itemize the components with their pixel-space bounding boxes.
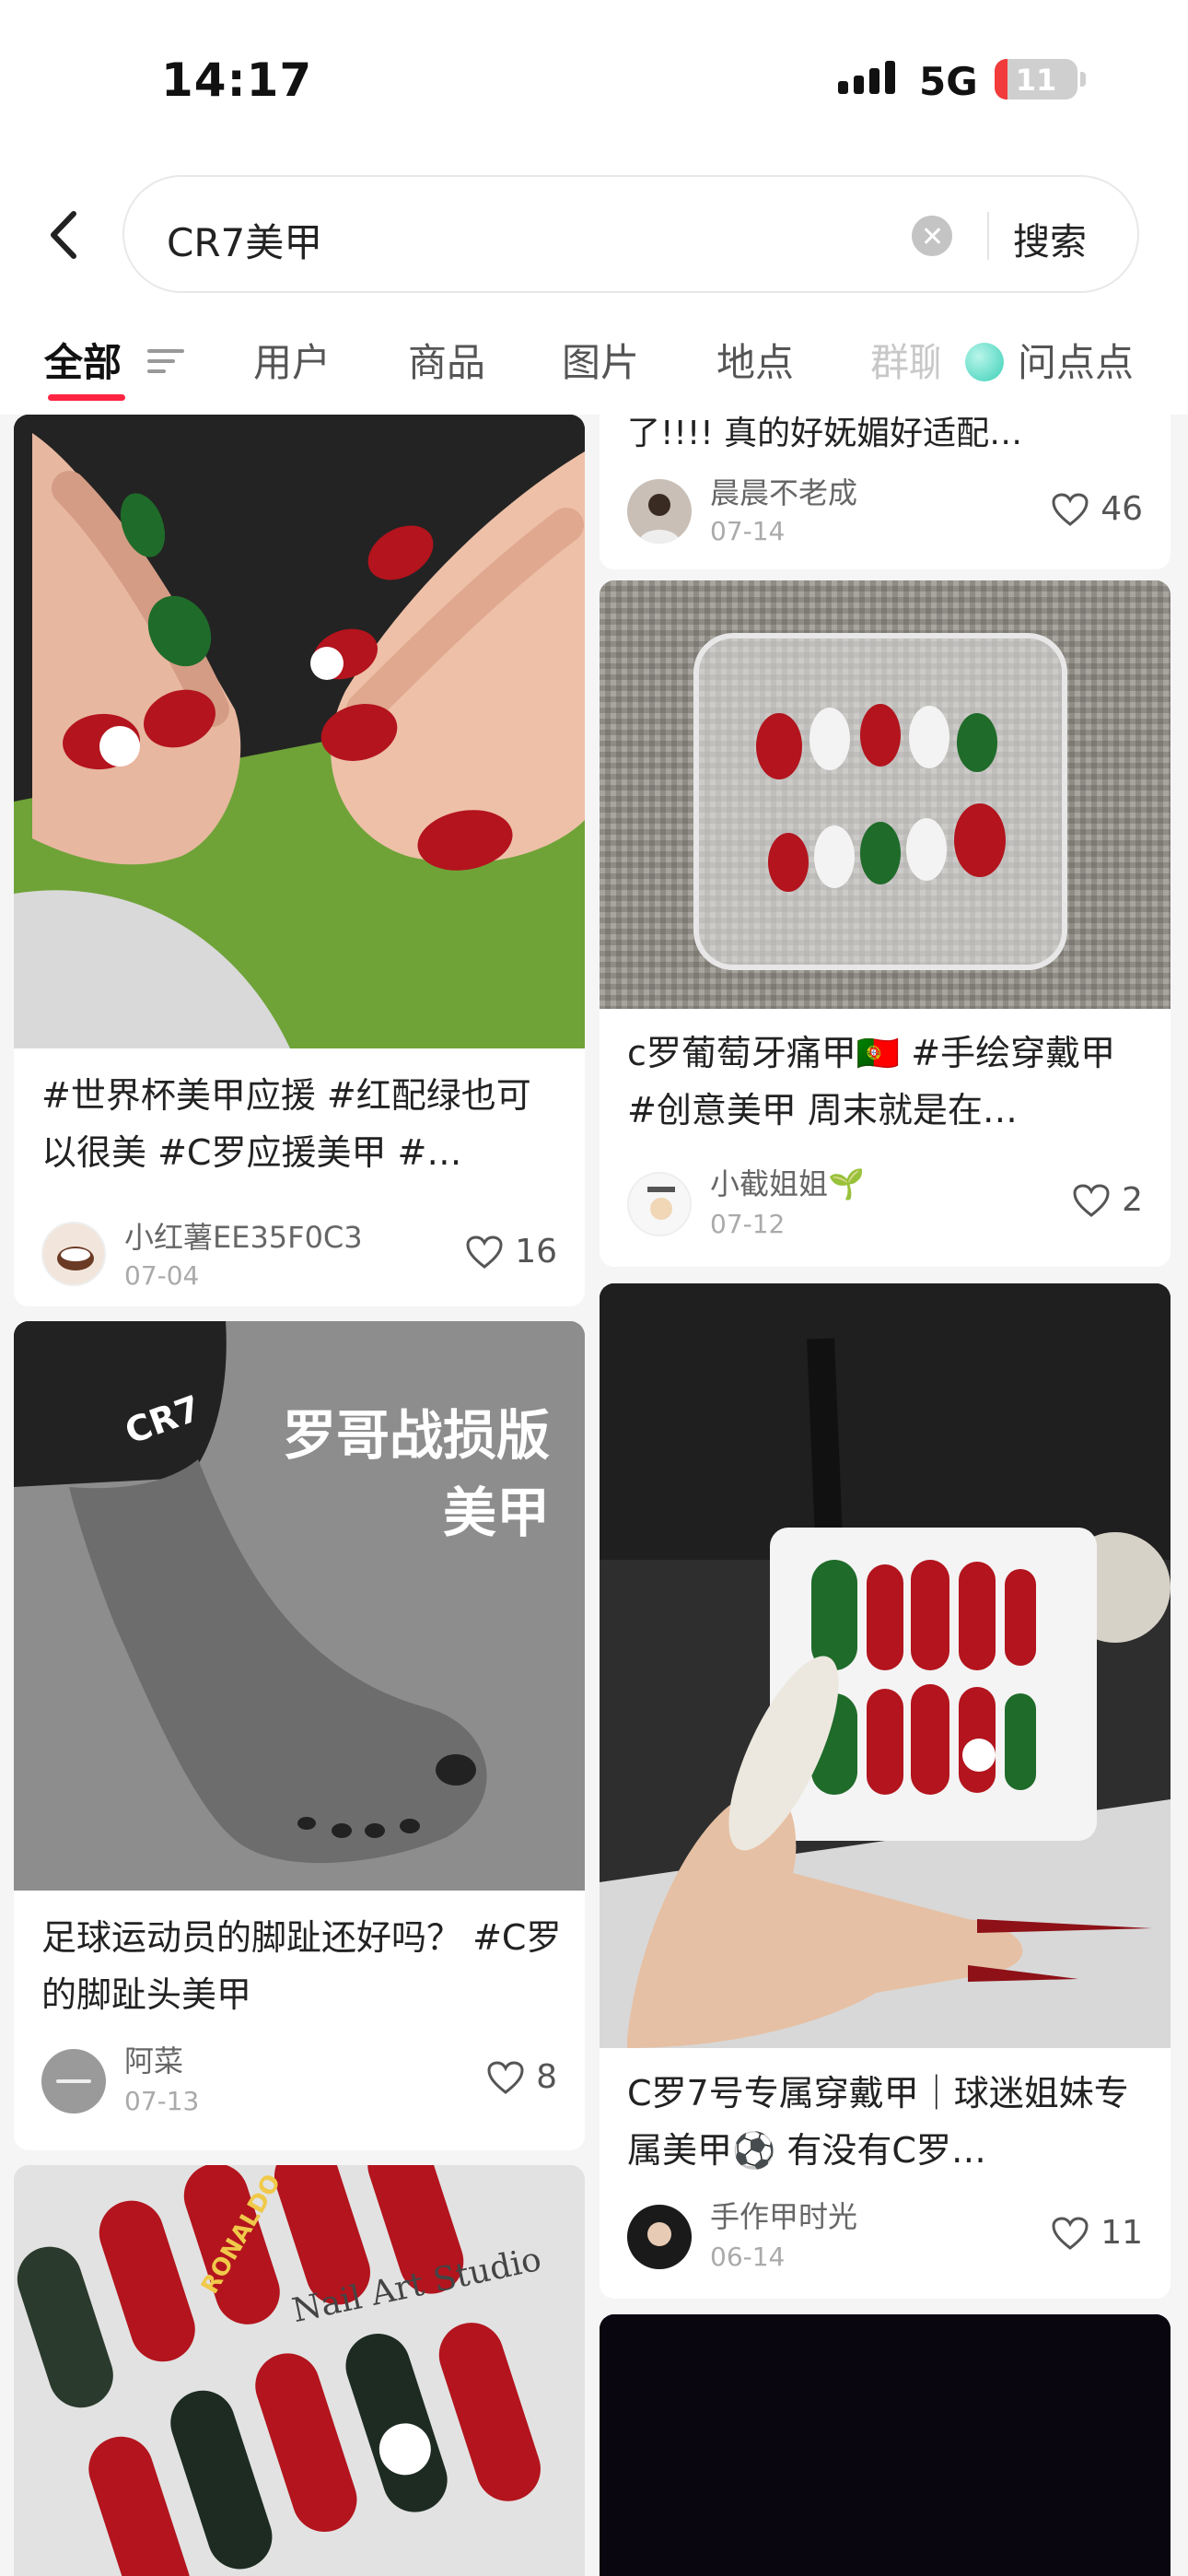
ask-assistant-icon bbox=[965, 343, 1004, 381]
note-title: #世界杯美甲应援 #红配绿也可以很美 #C罗应援美甲 #… bbox=[41, 1075, 531, 1173]
heart-icon bbox=[1052, 2216, 1089, 2250]
back-button[interactable] bbox=[37, 203, 92, 267]
like-button[interactable]: 11 bbox=[1051, 2214, 1143, 2252]
search-button[interactable]: 搜索 bbox=[1013, 212, 1087, 265]
like-button[interactable]: 16 bbox=[465, 1233, 557, 1270]
tab-images[interactable]: 图片 bbox=[562, 332, 639, 388]
note-cover-image bbox=[14, 415, 585, 1048]
post-date: 07-04 bbox=[124, 1260, 200, 1291]
note-card[interactable]: c罗葡萄牙痛甲🇵🇹 #手绘穿戴甲 #创意美甲 周末就是在… 小截姐姐🌱 07-1… bbox=[600, 580, 1171, 1267]
cover-caption-line2: 美甲 bbox=[442, 1481, 550, 1544]
note-cover-image bbox=[600, 580, 1171, 1009]
filter-tabs: 全部 用户 商品 图片 地点 群聊 问点点 bbox=[0, 313, 1188, 415]
note-title: 足球运动员的脚趾还好吗？ #C罗的脚趾头美甲 bbox=[41, 1917, 562, 2015]
post-date: 07-13 bbox=[124, 2086, 200, 2116]
note-title: c罗葡萄牙痛甲🇵🇹 #手绘穿戴甲 #创意美甲 周末就是在… bbox=[627, 1033, 1116, 1130]
note-cover-image bbox=[600, 2314, 1171, 2576]
battery-tip bbox=[1080, 72, 1086, 87]
cover-caption-line1: 罗哥战损版 bbox=[282, 1404, 550, 1467]
tab-ask[interactable]: 问点点 bbox=[1018, 332, 1134, 388]
like-button[interactable]: 8 bbox=[486, 2058, 557, 2096]
author-name: 晨晨不老成 bbox=[710, 475, 858, 510]
note-title: 了!!!! 真的好妩媚好适配… bbox=[627, 415, 1023, 452]
note-card[interactable]: 了!!!! 真的好妩媚好适配… 晨晨不老成 07-14 46 bbox=[600, 415, 1171, 569]
author-name: 手作甲时光 bbox=[710, 2199, 858, 2234]
person-avatar-icon bbox=[638, 494, 681, 544]
nail-set-photo bbox=[14, 2165, 585, 2576]
note-card[interactable] bbox=[600, 2314, 1171, 2576]
author-avatar bbox=[41, 2049, 106, 2113]
search-input[interactable]: CR7美甲 搜索 bbox=[122, 175, 1139, 293]
note-cover-image bbox=[600, 1283, 1171, 2048]
tab-users[interactable]: 用户 bbox=[253, 332, 331, 388]
tab-all[interactable]: 全部 bbox=[44, 332, 122, 388]
network-label: 5G bbox=[919, 59, 978, 104]
like-count: 2 bbox=[1122, 1181, 1143, 1219]
battery-level: 11 bbox=[1015, 63, 1057, 98]
heart-icon bbox=[466, 1235, 503, 1269]
like-count: 16 bbox=[515, 1233, 557, 1270]
like-button[interactable]: 2 bbox=[1072, 1181, 1143, 1219]
chevron-left-icon bbox=[51, 211, 76, 259]
author-name: 阿菜 bbox=[124, 2043, 184, 2078]
cartoon-avatar-icon bbox=[647, 1187, 675, 1220]
search-divider bbox=[987, 212, 989, 260]
author-avatar bbox=[627, 2205, 692, 2269]
nail-photo-illustration bbox=[14, 415, 585, 1048]
person-avatar-icon bbox=[627, 2205, 692, 2269]
note-title: C罗7号专属穿戴甲｜球迷姐妹专属美甲⚽ 有没有C罗… bbox=[627, 2073, 1129, 2171]
like-count: 46 bbox=[1101, 490, 1143, 528]
like-count: 11 bbox=[1101, 2214, 1143, 2252]
note-cover-image: CR7 罗哥战损版 美甲 bbox=[14, 1321, 585, 1891]
tab-groups[interactable]: 群聊 bbox=[870, 332, 939, 388]
post-date: 07-12 bbox=[710, 1209, 786, 1239]
result-feed[interactable]: #世界杯美甲应援 #红配绿也可以很美 #C罗应援美甲 #… 小红薯EE35F0C… bbox=[0, 415, 1188, 2576]
author-name: 小红薯EE35F0C3 bbox=[124, 1220, 363, 1255]
like-count: 8 bbox=[536, 2058, 557, 2096]
battery-icon: 11 bbox=[995, 59, 1077, 100]
note-card[interactable]: Nail Art Studio RONALDO bbox=[14, 2165, 585, 2576]
status-time: 14:17 bbox=[161, 53, 313, 107]
note-card[interactable]: CR7 罗哥战损版 美甲 足球运动员的脚趾还好吗？ #C罗的脚趾头美甲 阿菜 0… bbox=[14, 1321, 585, 2150]
tab-active-indicator bbox=[48, 394, 125, 401]
note-cover-image: Nail Art Studio RONALDO bbox=[14, 2165, 585, 2576]
signal-icon bbox=[838, 57, 903, 94]
author-name: 小截姐姐🌱 bbox=[710, 1166, 865, 1201]
nail-card-hand-photo bbox=[600, 1283, 1171, 2048]
status-bar: 14:17 5G 11 bbox=[0, 0, 1188, 157]
heart-icon bbox=[1052, 492, 1089, 526]
tab-places[interactable]: 地点 bbox=[716, 332, 794, 388]
like-button[interactable]: 46 bbox=[1051, 490, 1143, 528]
author-avatar bbox=[627, 479, 692, 544]
author-avatar bbox=[627, 1172, 692, 1236]
tab-products[interactable]: 商品 bbox=[408, 332, 485, 388]
coconut-icon bbox=[57, 1247, 94, 1270]
post-date: 07-14 bbox=[710, 516, 786, 546]
search-header: CR7美甲 搜索 bbox=[0, 157, 1188, 313]
post-date: 06-14 bbox=[710, 2242, 786, 2272]
note-card[interactable]: #世界杯美甲应援 #红配绿也可以很美 #C罗应援美甲 #… 小红薯EE35F0C… bbox=[14, 415, 585, 1306]
heart-icon bbox=[1073, 1183, 1110, 1217]
cover-caption: 罗哥战损版 美甲 bbox=[283, 1397, 550, 1551]
heart-icon bbox=[487, 2060, 524, 2094]
note-card[interactable]: C罗7号专属穿戴甲｜球迷姐妹专属美甲⚽ 有没有C罗… 手作甲时光 06-14 1… bbox=[600, 1283, 1171, 2299]
search-query: CR7美甲 bbox=[167, 220, 323, 265]
nail-box-photo bbox=[600, 580, 1171, 1009]
clear-icon[interactable] bbox=[912, 216, 952, 256]
author-avatar bbox=[41, 1222, 106, 1286]
filter-icon[interactable] bbox=[147, 347, 184, 375]
